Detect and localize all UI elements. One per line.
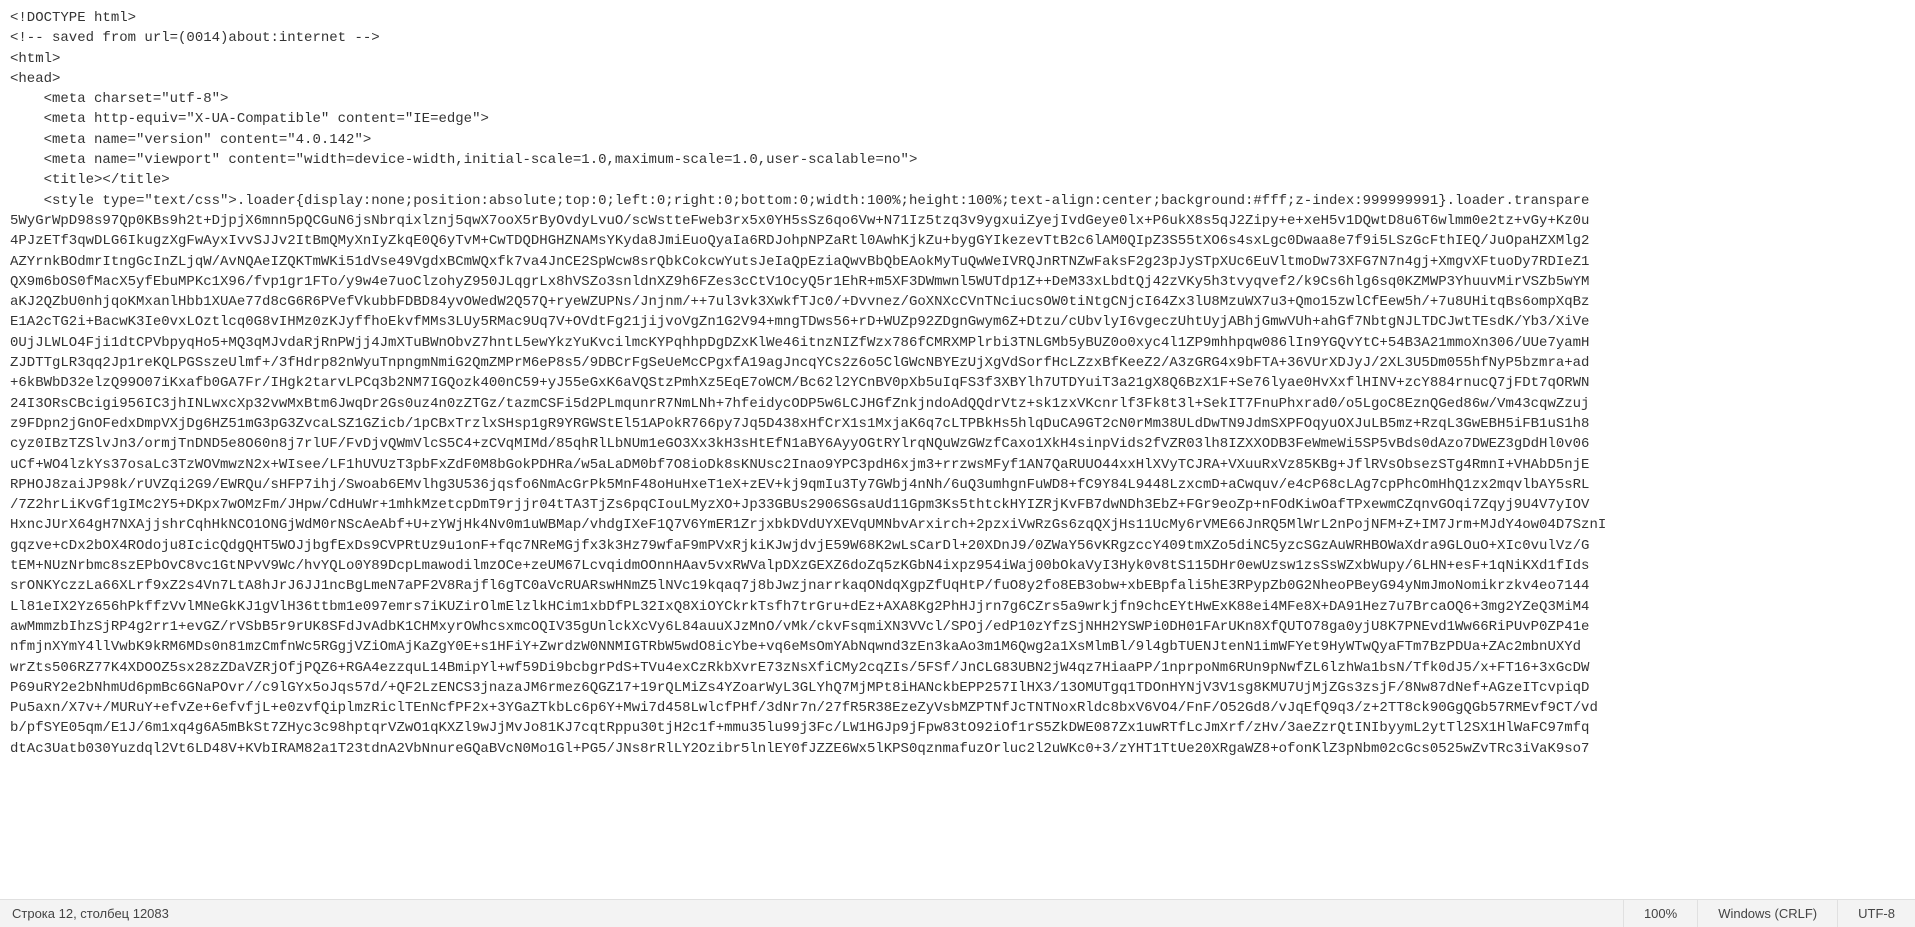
code-line[interactable]: 5WyGrWpD98s97Qp0KBs9h2t+DjpjX6mnn5pQCGuN… — [10, 211, 1905, 231]
code-line[interactable]: <meta name="viewport" content="width=dev… — [10, 150, 1905, 170]
code-line[interactable]: cyz0IBzTZSlvJn3/ormjTnDND5e8O60n8j7rlUF/… — [10, 434, 1905, 454]
code-line[interactable]: Ll81eIX2Yz656hPkffzVvlMNeGkKJ1gVlH36ttbm… — [10, 597, 1905, 617]
code-line[interactable]: 4PJzETf3qwDLG6IkugzXgFwAyxIvvSJJv2ItBmQM… — [10, 231, 1905, 251]
code-line[interactable]: aKJ2QZbU0nhjqoKMxanlHbb1XUAe77d8cG6R6PVe… — [10, 292, 1905, 312]
code-line[interactable]: tEM+NUzNrbmc8szEPbOvC8vc1GtNPvV9Wc/hvYQL… — [10, 556, 1905, 576]
editor-content[interactable]: <!DOCTYPE html><!-- saved from url=(0014… — [0, 0, 1915, 899]
code-line[interactable]: E1A2cTG2i+BacwK3Ie0vxLOztlcq0G8vIHMz0zKJ… — [10, 312, 1905, 332]
code-line[interactable]: nfmjnXYmY4llVwbK9kRM6MDs0n81mzCmfnWc5RGg… — [10, 637, 1905, 657]
code-line[interactable]: srONKYczzLa66XLrf9xZ2s4Vn7LtA8hJrJ6JJ1nc… — [10, 576, 1905, 596]
status-cursor-position[interactable]: Строка 12, столбец 12083 — [0, 906, 181, 921]
editor-container: <!DOCTYPE html><!-- saved from url=(0014… — [0, 0, 1915, 927]
code-line[interactable]: <!DOCTYPE html> — [10, 8, 1905, 28]
code-line[interactable]: b/pfSYE05qm/E1J/6m1xq4g6A5mBkSt7ZHyc3c98… — [10, 718, 1905, 738]
code-line[interactable]: <head> — [10, 69, 1905, 89]
code-line[interactable]: RPHOJ8zaiJP98k/rUVZqi2G9/EWRQu/sHFP7ihj/… — [10, 475, 1905, 495]
status-encoding[interactable]: UTF-8 — [1837, 900, 1915, 927]
status-line-ending[interactable]: Windows (CRLF) — [1697, 900, 1837, 927]
code-line[interactable]: ZJDTTgLR3qq2Jp1reKQLPGSszeUlmf+/3fHdrp82… — [10, 353, 1905, 373]
code-line[interactable]: P69uRY2e2bNhmUd6pmBc6GNaPOvr//c9lGYx5oJq… — [10, 678, 1905, 698]
status-zoom[interactable]: 100% — [1623, 900, 1697, 927]
code-line[interactable]: awMmmzbIhzSjRP4g2rr1+evGZ/rVSbB5r9rUK8SF… — [10, 617, 1905, 637]
code-line[interactable]: HxncJUrX64gH7NXAjjshrCqhHkNCO1ONGjWdM0rN… — [10, 515, 1905, 535]
code-line[interactable]: <meta name="version" content="4.0.142"> — [10, 130, 1905, 150]
code-line[interactable]: <html> — [10, 49, 1905, 69]
code-line[interactable]: 24I3ORsCBcigi956IC3jhINLwxcXp32vwMxBtm6J… — [10, 394, 1905, 414]
code-line[interactable]: AZYrnkBOdmrItngGcInZLjqW/AvNQAeIZQKTmWKi… — [10, 252, 1905, 272]
code-line[interactable]: z9FDpn2jGnOFedxDmpVXjDg6HZ51mG3pG3ZvcaLS… — [10, 414, 1905, 434]
code-line[interactable]: +6kBWbD32elzQ99O07iKxafb0GA7Fr/IHgk2tarv… — [10, 373, 1905, 393]
code-line[interactable]: <meta http-equiv="X-UA-Compatible" conte… — [10, 109, 1905, 129]
code-line[interactable]: dtAc3Uatb030Yuzdql2Vt6LD48V+KVbIRAM82a1T… — [10, 739, 1905, 759]
code-line[interactable]: Pu5axn/X7v+/MURuY+efvZe+6efvfjL+e0zvfQip… — [10, 698, 1905, 718]
code-line[interactable]: <style type="text/css">.loader{display:n… — [10, 191, 1905, 211]
code-line[interactable]: uCf+WO4lzkYs37osaLc3TzWOVmwzN2x+WIsee/LF… — [10, 455, 1905, 475]
code-line[interactable]: 0UjJLWLO4Fji1dtCPVbpyqHo5+MQ3qMJvdaRjRnP… — [10, 333, 1905, 353]
status-bar: Строка 12, столбец 12083 100% Windows (C… — [0, 899, 1915, 927]
code-line[interactable]: QX9m6bOS0fMacX5yfEbuMPKc1X96/fvp1gr1FTo/… — [10, 272, 1905, 292]
code-line[interactable]: wrZts506RZ77K4XDOOZ5sx28zZDaVZRjOfjPQZ6+… — [10, 658, 1905, 678]
code-line[interactable]: <!-- saved from url=(0014)about:internet… — [10, 28, 1905, 48]
code-line[interactable]: /7Z2hrLiKvGf1gIMc2Y5+DKpx7wOMzFm/JHpw/Cd… — [10, 495, 1905, 515]
code-line[interactable]: <meta charset="utf-8"> — [10, 89, 1905, 109]
code-line[interactable]: <title></title> — [10, 170, 1905, 190]
code-line[interactable]: gqzve+cDx2bOX4ROdoju8IcicQdgQHT5WOJjbgfE… — [10, 536, 1905, 556]
